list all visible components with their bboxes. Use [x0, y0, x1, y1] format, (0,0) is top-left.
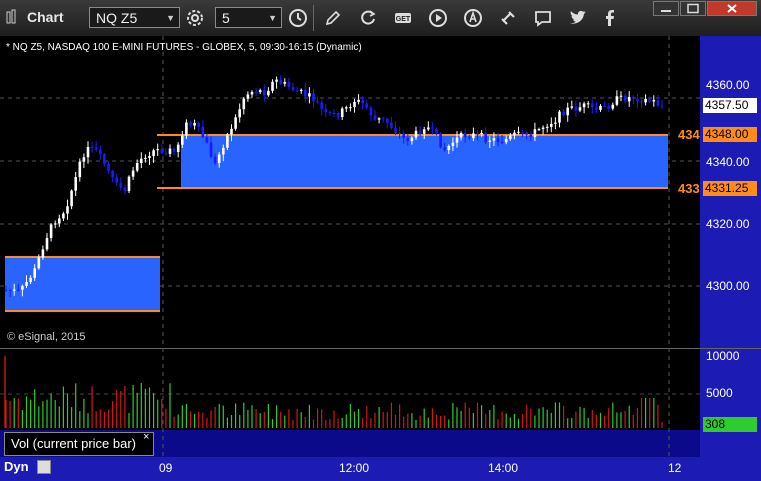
chart-window: Chart NQ Z5 ▼ 5 ▼ GET * NQ Z5, NASDAQ 10…	[0, 0, 761, 481]
chevron-down-icon[interactable]: ▼	[268, 8, 277, 29]
clock-icon[interactable]	[288, 8, 308, 28]
time-tick-09: 09	[159, 461, 173, 475]
title-bar: Chart NQ Z5 ▼ 5 ▼ GET	[0, 0, 761, 37]
settings-gear-icon[interactable]	[185, 8, 205, 28]
volume-tick-10000: 10000	[706, 349, 740, 363]
window-title: Chart	[27, 9, 64, 25]
get-icon[interactable]: GET	[393, 8, 413, 28]
twitter-icon[interactable]	[568, 8, 588, 28]
zone-upper-label: 434	[678, 127, 700, 142]
price-tick-4300: 4300.00	[706, 279, 750, 293]
link-icon[interactable]	[498, 8, 518, 28]
volume-chart-area[interactable]	[0, 348, 700, 431]
zone-lower-price-tag: 4331.25	[703, 181, 757, 196]
minimize-button[interactable]	[653, 1, 679, 16]
price-chart-area[interactable]	[0, 36, 700, 348]
interval-combo[interactable]: 5 ▼	[215, 7, 282, 28]
time-tick-1200: 12:00	[339, 461, 370, 475]
svg-text:GET: GET	[396, 16, 411, 23]
indicator-axis	[700, 430, 761, 457]
chart-window-icon	[6, 9, 16, 24]
volume-tick-5000: 5000	[706, 386, 733, 400]
pencil-icon[interactable]	[323, 8, 343, 28]
zone-upper-price-tag: 4348.00	[703, 127, 757, 142]
alert-icon[interactable]	[463, 8, 483, 28]
symbol-value: NQ Z5	[96, 10, 138, 26]
facebook-icon[interactable]	[600, 8, 620, 28]
price-tick-4360: 4360.00	[706, 78, 750, 92]
zone-lower-label: 433	[678, 181, 700, 196]
maximize-button[interactable]	[680, 1, 706, 16]
current-volume-tag: 308	[703, 417, 757, 432]
symbol-combo[interactable]: NQ Z5 ▼	[89, 7, 180, 28]
refresh-icon[interactable]	[358, 8, 378, 28]
lock-icon[interactable]	[37, 460, 51, 474]
price-tick-4340: 4340.00	[706, 155, 750, 169]
play-icon[interactable]	[428, 8, 448, 28]
current-price-tag: 4357.50	[703, 98, 757, 113]
symbol-description: * NQ Z5, NASDAQ 100 E-MINI FUTURES - GLO…	[6, 42, 362, 53]
interval-value: 5	[222, 10, 230, 26]
time-tick-12: 12	[668, 461, 682, 475]
toolbar-divider	[313, 5, 314, 31]
volume-indicator-label[interactable]: Vol (current price bar)	[4, 432, 154, 456]
price-tick-4320: 4320.00	[706, 217, 750, 231]
close-icon[interactable]: ×	[143, 431, 149, 443]
time-tick-1400: 14:00	[488, 461, 519, 475]
time-axis[interactable]	[0, 457, 761, 481]
comment-icon[interactable]	[533, 8, 553, 28]
chevron-down-icon[interactable]: ▼	[166, 8, 175, 29]
close-button[interactable]	[707, 1, 757, 16]
copyright-text: © eSignal, 2015	[7, 331, 86, 343]
dynamic-mode-label[interactable]: Dyn	[4, 459, 29, 474]
